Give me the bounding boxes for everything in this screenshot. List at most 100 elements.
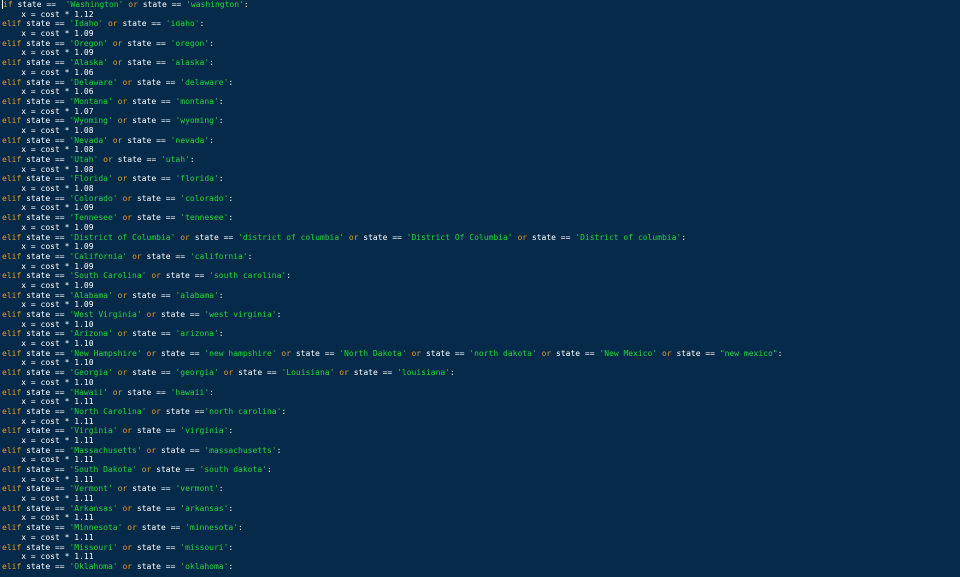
number-token: 1.09 xyxy=(74,48,94,58)
code-line[interactable]: elif state == 'Arkansas' or state == 'ar… xyxy=(2,504,782,514)
string-literal-token: 'washington' xyxy=(186,0,244,9)
code-line[interactable]: elif state == 'Georgia' or state == 'geo… xyxy=(2,368,782,378)
code-line[interactable]: elif state == 'Montana' or state == 'mon… xyxy=(2,97,782,107)
code-line[interactable]: elif state == 'Oregon' or state == 'oreg… xyxy=(2,39,782,49)
number-token: 1.10 xyxy=(74,319,94,329)
code-line[interactable]: elif state == 'Minnesota' or state == 'm… xyxy=(2,523,782,533)
string-literal-token: 'Washington' xyxy=(65,0,124,9)
code-line[interactable]: x = cost * 1.06 xyxy=(2,68,782,78)
code-line[interactable]: x = cost * 1.09 xyxy=(2,203,782,213)
code-line[interactable]: x = cost * 1.08 xyxy=(2,126,782,136)
code-line[interactable]: elif state == 'Florida' or state == 'flo… xyxy=(2,174,782,184)
code-line[interactable]: x = cost * 1.11 xyxy=(2,455,782,465)
string-literal-token: 'hawaii' xyxy=(170,387,210,397)
code-line[interactable]: x = cost * 1.09 xyxy=(2,300,782,310)
code-line[interactable]: x = cost * 1.11 xyxy=(2,397,782,407)
code-line[interactable]: elif state == 'West Virginia' or state =… xyxy=(2,310,782,320)
code-line[interactable]: elif state == 'Utah' or state == 'utah': xyxy=(2,155,782,165)
keyword-token: elif xyxy=(2,116,22,126)
keyword-token: or xyxy=(517,232,528,242)
code-line[interactable]: x = cost * 1.11 xyxy=(2,552,782,562)
code-text-token: x = cost * xyxy=(2,513,75,523)
code-line[interactable]: x = cost * 1.11 xyxy=(2,475,782,485)
code-line[interactable]: x = cost * 1.09 xyxy=(2,281,782,291)
code-text-token: state == xyxy=(132,426,181,436)
code-line[interactable]: x = cost * 1.08 xyxy=(2,145,782,155)
code-line[interactable]: elif state == 'Arizona' or state == 'ari… xyxy=(2,329,782,339)
code-line[interactable]: x = cost * 1.09 xyxy=(2,242,782,252)
code-line[interactable]: elif state == 'Vermont' or state == 'ver… xyxy=(2,484,782,494)
keyword-token: or xyxy=(339,368,349,378)
code-text-token: state == xyxy=(156,348,205,358)
keyword-token: elif xyxy=(2,348,22,358)
code-line[interactable]: x = cost * 1.11 xyxy=(2,533,782,543)
code-line[interactable]: elif state == 'Virginia' or state == 'vi… xyxy=(2,426,782,436)
code-line[interactable]: x = cost * 1.10 xyxy=(2,320,782,330)
code-line[interactable]: elif state == 'Nevada' or state == 'neva… xyxy=(2,136,782,146)
code-text-area[interactable]: if state == 'Washington' or state == 'wa… xyxy=(2,0,782,572)
code-line[interactable]: x = cost * 1.11 xyxy=(2,417,782,427)
code-line[interactable]: x = cost * 1.08 xyxy=(2,184,782,194)
keyword-token: or xyxy=(103,155,113,164)
code-line[interactable]: x = cost * 1.06 xyxy=(2,87,782,97)
code-line[interactable]: elif state == 'Hawaii' or state == 'hawa… xyxy=(2,388,782,398)
string-literal-token: 'California' xyxy=(69,251,128,261)
code-line[interactable]: elif state == 'Tennesee' or state == 'te… xyxy=(2,213,782,223)
code-text-token: state == xyxy=(671,348,720,358)
code-line[interactable]: x = cost * 1.08 xyxy=(2,165,782,175)
code-line[interactable]: elif state == 'Massachusetts' or state =… xyxy=(2,446,782,456)
number-token: 1.11 xyxy=(74,397,94,407)
code-editor[interactable]: if state == 'Washington' or state == 'wa… xyxy=(0,0,960,577)
code-text-token: state == xyxy=(137,0,187,9)
number-token: 1.08 xyxy=(74,145,94,155)
keyword-token: elif xyxy=(2,135,22,145)
code-line[interactable]: x = cost * 1.10 xyxy=(2,378,782,388)
number-token: 1.09 xyxy=(74,203,94,213)
code-line[interactable]: elif state == 'South Carolina' or state … xyxy=(2,271,782,281)
code-line[interactable]: x = cost * 1.09 xyxy=(2,48,782,58)
code-line[interactable]: elif state == 'Delaware' or state == 'de… xyxy=(2,78,782,88)
code-text-token: state == xyxy=(132,213,181,223)
code-line[interactable]: if state == 'Washington' or state == 'wa… xyxy=(2,0,782,10)
keyword-token: or xyxy=(107,19,118,29)
code-line[interactable]: elif state == 'South Dakota' or state ==… xyxy=(2,465,782,475)
string-literal-token: 'utah' xyxy=(160,155,190,164)
code-line[interactable]: x = cost * 1.11 xyxy=(2,513,782,523)
number-token: 1.08 xyxy=(74,125,94,135)
code-line[interactable]: x = cost * 1.09 xyxy=(2,262,782,272)
number-token: 1.09 xyxy=(74,280,94,290)
keyword-token: or xyxy=(112,387,123,397)
code-line[interactable]: x = cost * 1.10 xyxy=(2,358,782,368)
code-line[interactable]: elif state == 'New Hampshire' or state =… xyxy=(2,349,782,359)
code-text-token: state == xyxy=(291,348,340,358)
code-line[interactable]: x = cost * 1.12 xyxy=(2,10,782,20)
code-line[interactable]: elif state == 'Alaska' or state == 'alas… xyxy=(2,58,782,68)
code-text-token: state == xyxy=(21,406,70,416)
code-line[interactable]: x = cost * 1.11 xyxy=(2,436,782,446)
code-text-token: x = cost * xyxy=(2,397,75,407)
code-line[interactable]: elif state == 'North Carolina' or state … xyxy=(2,407,782,417)
string-literal-token: 'Alaska' xyxy=(69,58,108,68)
string-literal-token: 'Massachusetts' xyxy=(69,445,142,455)
code-line[interactable]: elif state == 'Idaho' or state == 'idaho… xyxy=(2,19,782,29)
code-line[interactable]: x = cost * 1.10 xyxy=(2,339,782,349)
code-line[interactable]: elif state == 'Wyoming' or state == 'wyo… xyxy=(2,116,782,126)
code-text-token: x = cost * xyxy=(2,532,75,542)
code-text-token: state == xyxy=(151,465,200,474)
code-line[interactable]: x = cost * 1.11 xyxy=(2,494,782,504)
code-text-token: state == xyxy=(21,290,70,300)
string-literal-token: 'Utah' xyxy=(69,155,99,164)
number-token: 1.08 xyxy=(74,164,94,174)
code-line[interactable]: elif state == 'Oklahoma' or state == 'ok… xyxy=(2,562,782,572)
code-text-token: state == xyxy=(21,387,70,397)
code-line[interactable]: elif state == 'District of Columbia' or … xyxy=(2,233,782,243)
code-line[interactable]: elif state == 'California' or state == '… xyxy=(2,252,782,262)
code-text-token: : xyxy=(247,251,253,261)
code-line[interactable]: x = cost * 1.07 xyxy=(2,107,782,117)
code-text-token: x = cost * xyxy=(2,280,75,290)
code-line[interactable]: x = cost * 1.09 xyxy=(2,223,782,233)
code-line[interactable]: elif state == 'Colorado' or state == 'co… xyxy=(2,194,782,204)
code-line[interactable]: elif state == 'Alabama' or state == 'ala… xyxy=(2,291,782,301)
code-line[interactable]: elif state == 'Missouri' or state == 'mi… xyxy=(2,543,782,553)
code-line[interactable]: x = cost * 1.09 xyxy=(2,29,782,39)
